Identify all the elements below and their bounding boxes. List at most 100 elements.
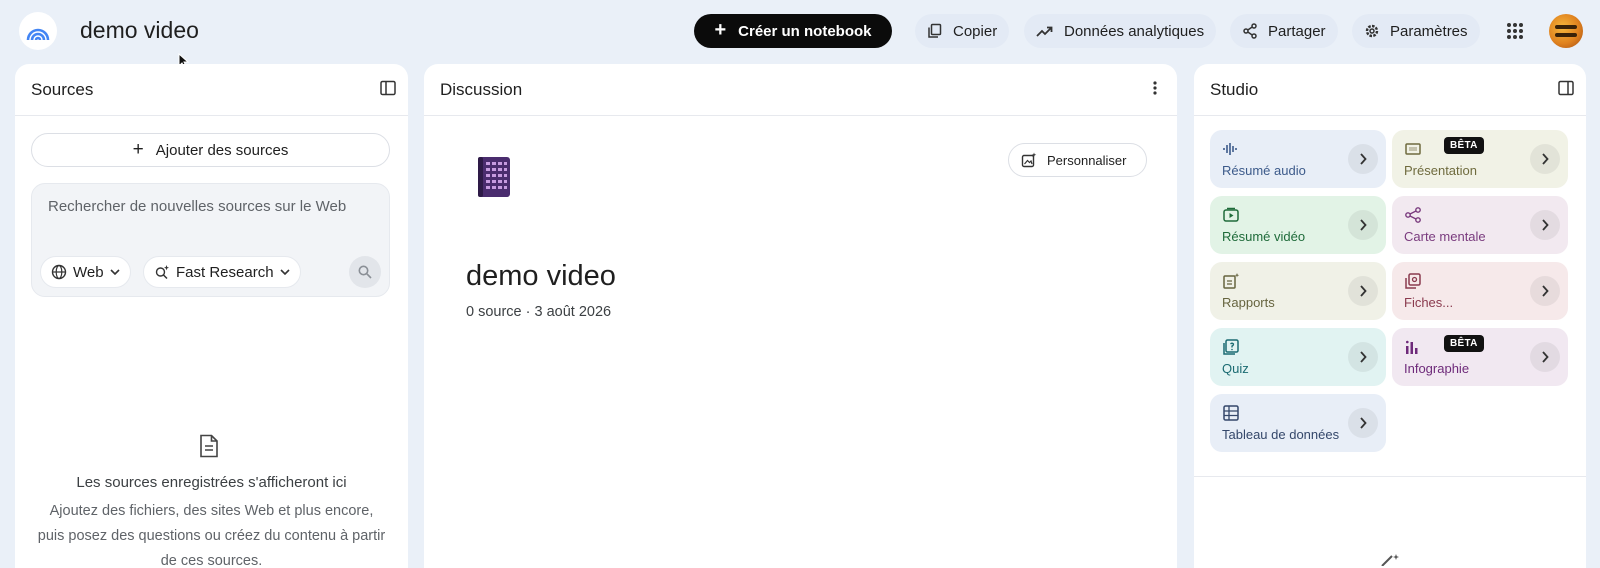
empty-sources-title: Les sources enregistrées s'afficheront i… [76,474,347,491]
discussion-header: Discussion [424,64,1177,116]
audio-icon [1223,143,1237,155]
slides-icon [1405,143,1421,155]
gear-icon [1365,24,1379,38]
studio-tile-label: Résumé vidéo [1222,229,1306,244]
studio-tile-report[interactable]: Rapports [1210,262,1386,320]
copy-label: Copier [953,22,998,40]
discussion-title: Discussion [440,80,523,99]
more-vert-icon[interactable] [1153,80,1157,96]
studio-tile-quiz[interactable]: Quiz [1210,328,1386,386]
studio-tile-label: Tableau de données [1222,427,1340,442]
beta-badge: BÊTA [1444,137,1484,154]
studio-tile-label: Carte mentale [1404,229,1486,244]
open-tile-button[interactable] [1530,210,1560,240]
notebook-title[interactable]: demo video [80,17,199,44]
open-tile-button[interactable] [1348,276,1378,306]
open-tile-button[interactable] [1530,342,1560,372]
open-tile-button[interactable] [1348,144,1378,174]
open-tile-button[interactable] [1348,210,1378,240]
collapse-panel-icon[interactable] [1558,80,1574,96]
studio-tile-video[interactable]: Résumé vidéo [1210,196,1386,254]
copy-button[interactable]: Copier [915,14,1010,48]
add-sources-label: Ajouter des sources [155,141,289,159]
search-icon [358,265,372,279]
chevron-right-icon [1360,219,1367,231]
collapse-panel-icon[interactable] [380,80,396,96]
studio-tile-audio[interactable]: Résumé audio [1210,130,1386,188]
notebook-meta: 0 source · 3 août 2026 [466,304,612,320]
chevron-right-icon [1542,219,1549,231]
customize-label: Personnaliser [1047,152,1127,168]
create-notebook-label: Créer un notebook [738,22,872,40]
web-chip-label: Web [73,263,104,281]
chevron-right-icon [1542,285,1549,297]
research-sparkle-icon [155,265,169,280]
studio-tile-label: Résumé audio [1222,163,1306,178]
chevron-right-icon [1542,351,1549,363]
studio-tile-mindmap[interactable]: Carte mentale [1392,196,1568,254]
studio-tile-label: Rapports [1222,295,1275,310]
video-icon [1223,207,1239,222]
studio-panel: Studio Résumé audio BÊTA Présentation Rés… [1194,64,1586,568]
infographic-icon [1406,340,1418,354]
open-tile-button[interactable] [1530,144,1560,174]
copy-icon [928,23,942,38]
share-icon [1243,23,1257,39]
studio-tile-table[interactable]: Tableau de données [1210,394,1386,452]
flashcards-icon [1405,273,1421,289]
customize-icon [1021,152,1037,168]
globe-icon [51,264,67,280]
settings-button[interactable]: Paramètres [1352,14,1480,48]
analytics-button[interactable]: Données analytiques [1024,14,1217,48]
web-search-input[interactable] [48,198,368,215]
chevron-right-icon [1360,417,1367,429]
studio-tile-slides[interactable]: BÊTA Présentation [1392,130,1568,188]
plus-icon: + [132,138,144,160]
settings-label: Paramètres [1390,22,1468,40]
discussion-panel: Discussion Personnaliser demo video 0 so… [424,64,1177,568]
add-sources-button[interactable]: + Ajouter des sources [31,133,390,167]
chevron-down-icon [110,269,120,275]
plus-icon: + [714,19,727,41]
share-button[interactable]: Partager [1230,14,1338,48]
table-icon [1223,405,1239,421]
logo-icon [26,28,50,41]
open-tile-button[interactable] [1530,276,1560,306]
avatar[interactable] [1549,14,1583,48]
chevron-down-icon [279,269,290,275]
studio-tile-label: Infographie [1404,361,1470,376]
studio-tile-flashcards[interactable]: Fiches... [1392,262,1568,320]
open-tile-button[interactable] [1348,342,1378,372]
chevron-right-icon [1542,153,1549,165]
studio-tile-label: Présentation [1404,163,1477,178]
studio-tile-label: Quiz [1222,361,1249,376]
studio-title: Studio [1210,80,1259,99]
chevron-right-icon [1360,351,1367,363]
notebook-emoji-icon [478,157,510,197]
apps-grid-icon[interactable] [1506,22,1524,40]
create-notebook-button[interactable]: + Créer un notebook [694,14,892,48]
customize-button[interactable]: Personnaliser [1008,143,1147,177]
studio-header: Studio [1194,64,1586,116]
open-tile-button[interactable] [1348,408,1378,438]
analytics-label: Données analytiques [1064,22,1205,40]
search-submit-button[interactable] [349,256,381,288]
mindmap-icon [1405,207,1421,223]
empty-sources-description: Ajoutez des fichiers, des sites Web et p… [37,503,386,568]
document-icon [200,434,218,458]
research-mode-dropdown[interactable]: Fast Research [143,256,301,288]
report-icon [1223,273,1240,289]
top-bar: demo video + Créer un notebook Copier Do… [0,0,1600,69]
studio-tile-label: Fiches... [1404,295,1454,310]
sources-title: Sources [31,80,94,99]
notebooklm-logo[interactable] [19,12,57,50]
web-search-box: Web Fast Research [31,183,390,297]
share-label: Partager [1268,22,1326,40]
magic-wand-icon [1381,554,1399,566]
divider [1194,476,1586,477]
research-chip-label: Fast Research [176,263,274,281]
sources-header: Sources [15,64,408,116]
web-source-dropdown[interactable]: Web [40,256,131,288]
quiz-icon [1223,339,1239,355]
studio-tile-infographic[interactable]: BÊTA Infographie [1392,328,1568,386]
